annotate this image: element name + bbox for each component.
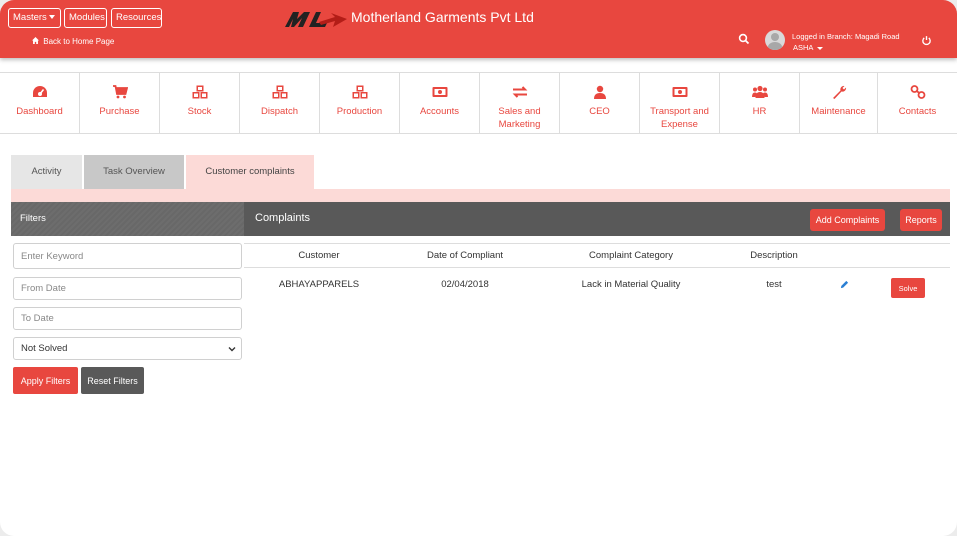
branch-info: Logged in Branch: Magadi Road	[792, 32, 900, 41]
keyword-input[interactable]	[13, 243, 242, 269]
module-label: Dashboard	[16, 106, 63, 117]
module-label: Dispatch	[261, 106, 298, 117]
module-ceo[interactable]: CEO	[560, 73, 640, 133]
app-window: Masters Modules Resources Back to Home P…	[0, 0, 957, 536]
cell-customer: ABHAYAPPARELS	[278, 279, 360, 290]
module-label: Accounts	[419, 106, 460, 117]
module-label: Transport and Expense	[650, 106, 709, 130]
exchange-icon	[512, 86, 527, 98]
search-icon[interactable]	[738, 33, 750, 45]
status-select-value: Not Solved	[21, 343, 68, 354]
wrench-icon	[832, 85, 846, 99]
column-header-customer: Customer	[298, 250, 340, 261]
user-menu[interactable]: ASHA	[793, 43, 824, 52]
home-icon	[32, 37, 39, 44]
module-label: CEO	[589, 106, 610, 117]
top-header: Masters Modules Resources Back to Home P…	[0, 0, 957, 58]
back-to-home-link[interactable]: Back to Home Page	[32, 37, 114, 46]
module-hr[interactable]: HR	[720, 73, 800, 133]
caret-down-icon	[48, 15, 55, 20]
module-label: HR	[752, 106, 767, 117]
module-transport-and-expense[interactable]: Transport and Expense	[640, 73, 720, 133]
edit-pencil-icon[interactable]	[840, 280, 849, 289]
table-row: ABHAYAPPARELS 02/04/2018 Lack in Materia…	[244, 271, 950, 299]
reports-button[interactable]: Reports	[900, 209, 942, 231]
user-name: ASHA	[793, 43, 814, 52]
tab-underline-bar	[11, 189, 950, 202]
module-accounts[interactable]: Accounts	[400, 73, 480, 133]
module-sales-and-marketing[interactable]: Sales and Marketing	[480, 73, 560, 133]
module-label: Production	[336, 106, 383, 117]
add-complaints-button[interactable]: Add Complaints	[810, 209, 885, 231]
module-label: Sales and Marketing	[498, 106, 541, 130]
company-logo	[285, 12, 347, 27]
module-maintenance[interactable]: Maintenance	[800, 73, 878, 133]
cubes-icon	[192, 85, 207, 99]
module-dispatch[interactable]: Dispatch	[240, 73, 320, 133]
module-production[interactable]: Production	[320, 73, 400, 133]
dashboard-icon	[32, 86, 47, 97]
masters-label: Masters	[13, 12, 47, 23]
cell-category: Lack in Material Quality	[581, 279, 681, 290]
column-header-date: Date of Compliant	[426, 250, 504, 261]
power-icon[interactable]	[921, 35, 932, 46]
users-icon	[751, 85, 768, 98]
module-contacts[interactable]: Contacts	[878, 73, 957, 133]
cubes-icon	[352, 85, 367, 99]
filters-header: Filters	[11, 202, 244, 236]
cell-description: test	[766, 279, 782, 290]
module-label: Contacts	[898, 106, 937, 117]
column-header-category: Complaint Category	[589, 250, 673, 261]
module-label: Purchase	[99, 106, 140, 117]
back-label: Back to Home Page	[43, 37, 115, 46]
complaints-header: Complaints Add Complaints Reports	[244, 202, 950, 236]
module-label: Maintenance	[811, 106, 866, 117]
modules-button[interactable]: Modules	[64, 8, 107, 28]
caret-down-icon	[817, 46, 824, 50]
to-date-input[interactable]	[13, 307, 242, 330]
module-stock[interactable]: Stock	[160, 73, 240, 133]
tab-customer-complaints[interactable]: Customer complaints	[186, 155, 314, 189]
company-name: Motherland Garments Pvt Ltd	[351, 9, 534, 25]
solve-button[interactable]: Solve	[891, 278, 925, 298]
chevron-down-icon	[228, 346, 236, 351]
cubes-icon	[272, 85, 287, 99]
module-dashboard[interactable]: Dashboard	[0, 73, 80, 133]
money-icon	[432, 87, 447, 97]
complaints-table-header: Customer Date of Compliant Complaint Cat…	[244, 243, 950, 268]
column-header-description: Description	[750, 250, 798, 261]
from-date-input[interactable]	[13, 277, 242, 300]
money-icon	[672, 87, 687, 97]
status-select[interactable]: Not Solved	[13, 337, 242, 360]
resources-button[interactable]: Resources	[111, 8, 162, 28]
masters-dropdown-button[interactable]: Masters	[8, 8, 61, 28]
module-purchase[interactable]: Purchase	[80, 73, 160, 133]
module-nav: Dashboard Purchase Stock Dispatch Produc…	[0, 72, 957, 134]
user-avatar[interactable]	[765, 30, 785, 50]
reset-filters-button[interactable]: Reset Filters	[81, 367, 144, 394]
cart-icon	[112, 85, 128, 99]
module-label: Stock	[187, 106, 212, 117]
cell-date: 02/04/2018	[441, 279, 489, 290]
tab-activity[interactable]: Activity	[11, 155, 82, 189]
link-icon	[910, 85, 925, 99]
user-icon	[593, 85, 606, 99]
apply-filters-button[interactable]: Apply Filters	[13, 367, 78, 394]
complaints-title: Complaints	[255, 212, 311, 224]
tab-task-overview[interactable]: Task Overview	[84, 155, 184, 189]
